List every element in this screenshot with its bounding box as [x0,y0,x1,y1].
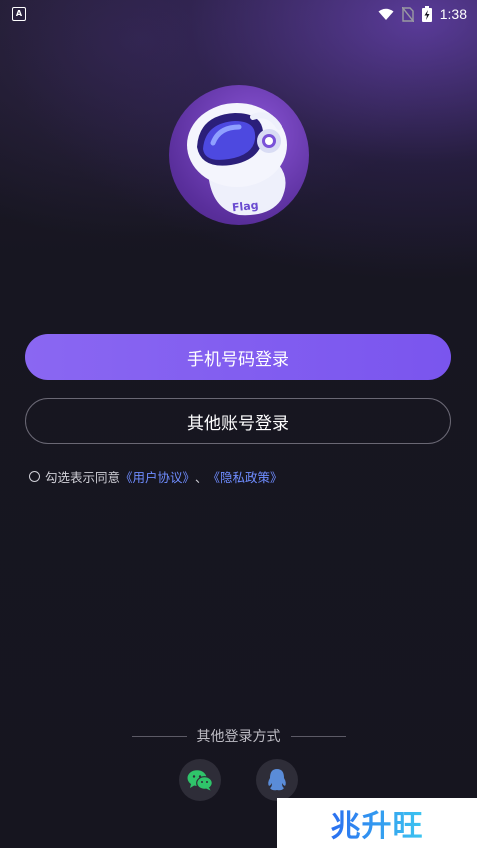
status-bar: A 1:38 [0,0,477,28]
logo-badge: Flag [231,198,260,215]
phone-login-button[interactable]: 手机号码登录 [25,334,451,380]
wechat-login-button[interactable] [179,759,221,801]
clock: 1:38 [439,6,467,22]
app-notification-icon: A [12,7,26,21]
agreement-row: 勾选表示同意 《用户协议》 、 《隐私政策》 [29,467,283,486]
battery-charging-icon [421,6,432,22]
wechat-icon [187,770,213,791]
divider-left [131,735,187,737]
other-login-label: 其他登录方式 [196,729,281,745]
agreement-prefix: 勾选表示同意 [45,470,121,485]
watermark-text: 兆升旺 [331,801,424,845]
divider-right [290,735,346,737]
agreement-separator: 、 [195,470,208,485]
qq-icon [268,769,286,791]
other-login-header: 其他登录方式 [0,726,477,746]
other-account-login-label: 其他账号登录 [187,413,289,434]
user-agreement-link[interactable]: 《用户协议》 [120,467,195,486]
agreement-checkbox[interactable] [29,471,40,482]
wifi-icon [378,8,394,20]
phone-login-label: 手机号码登录 [187,349,289,370]
qq-login-button[interactable] [256,759,298,801]
watermark: 兆升旺 [277,798,477,848]
other-account-login-button[interactable]: 其他账号登录 [25,398,451,444]
privacy-policy-link[interactable]: 《隐私政策》 [208,467,283,486]
app-logo: Flag [169,85,309,225]
no-sim-icon [401,6,414,22]
